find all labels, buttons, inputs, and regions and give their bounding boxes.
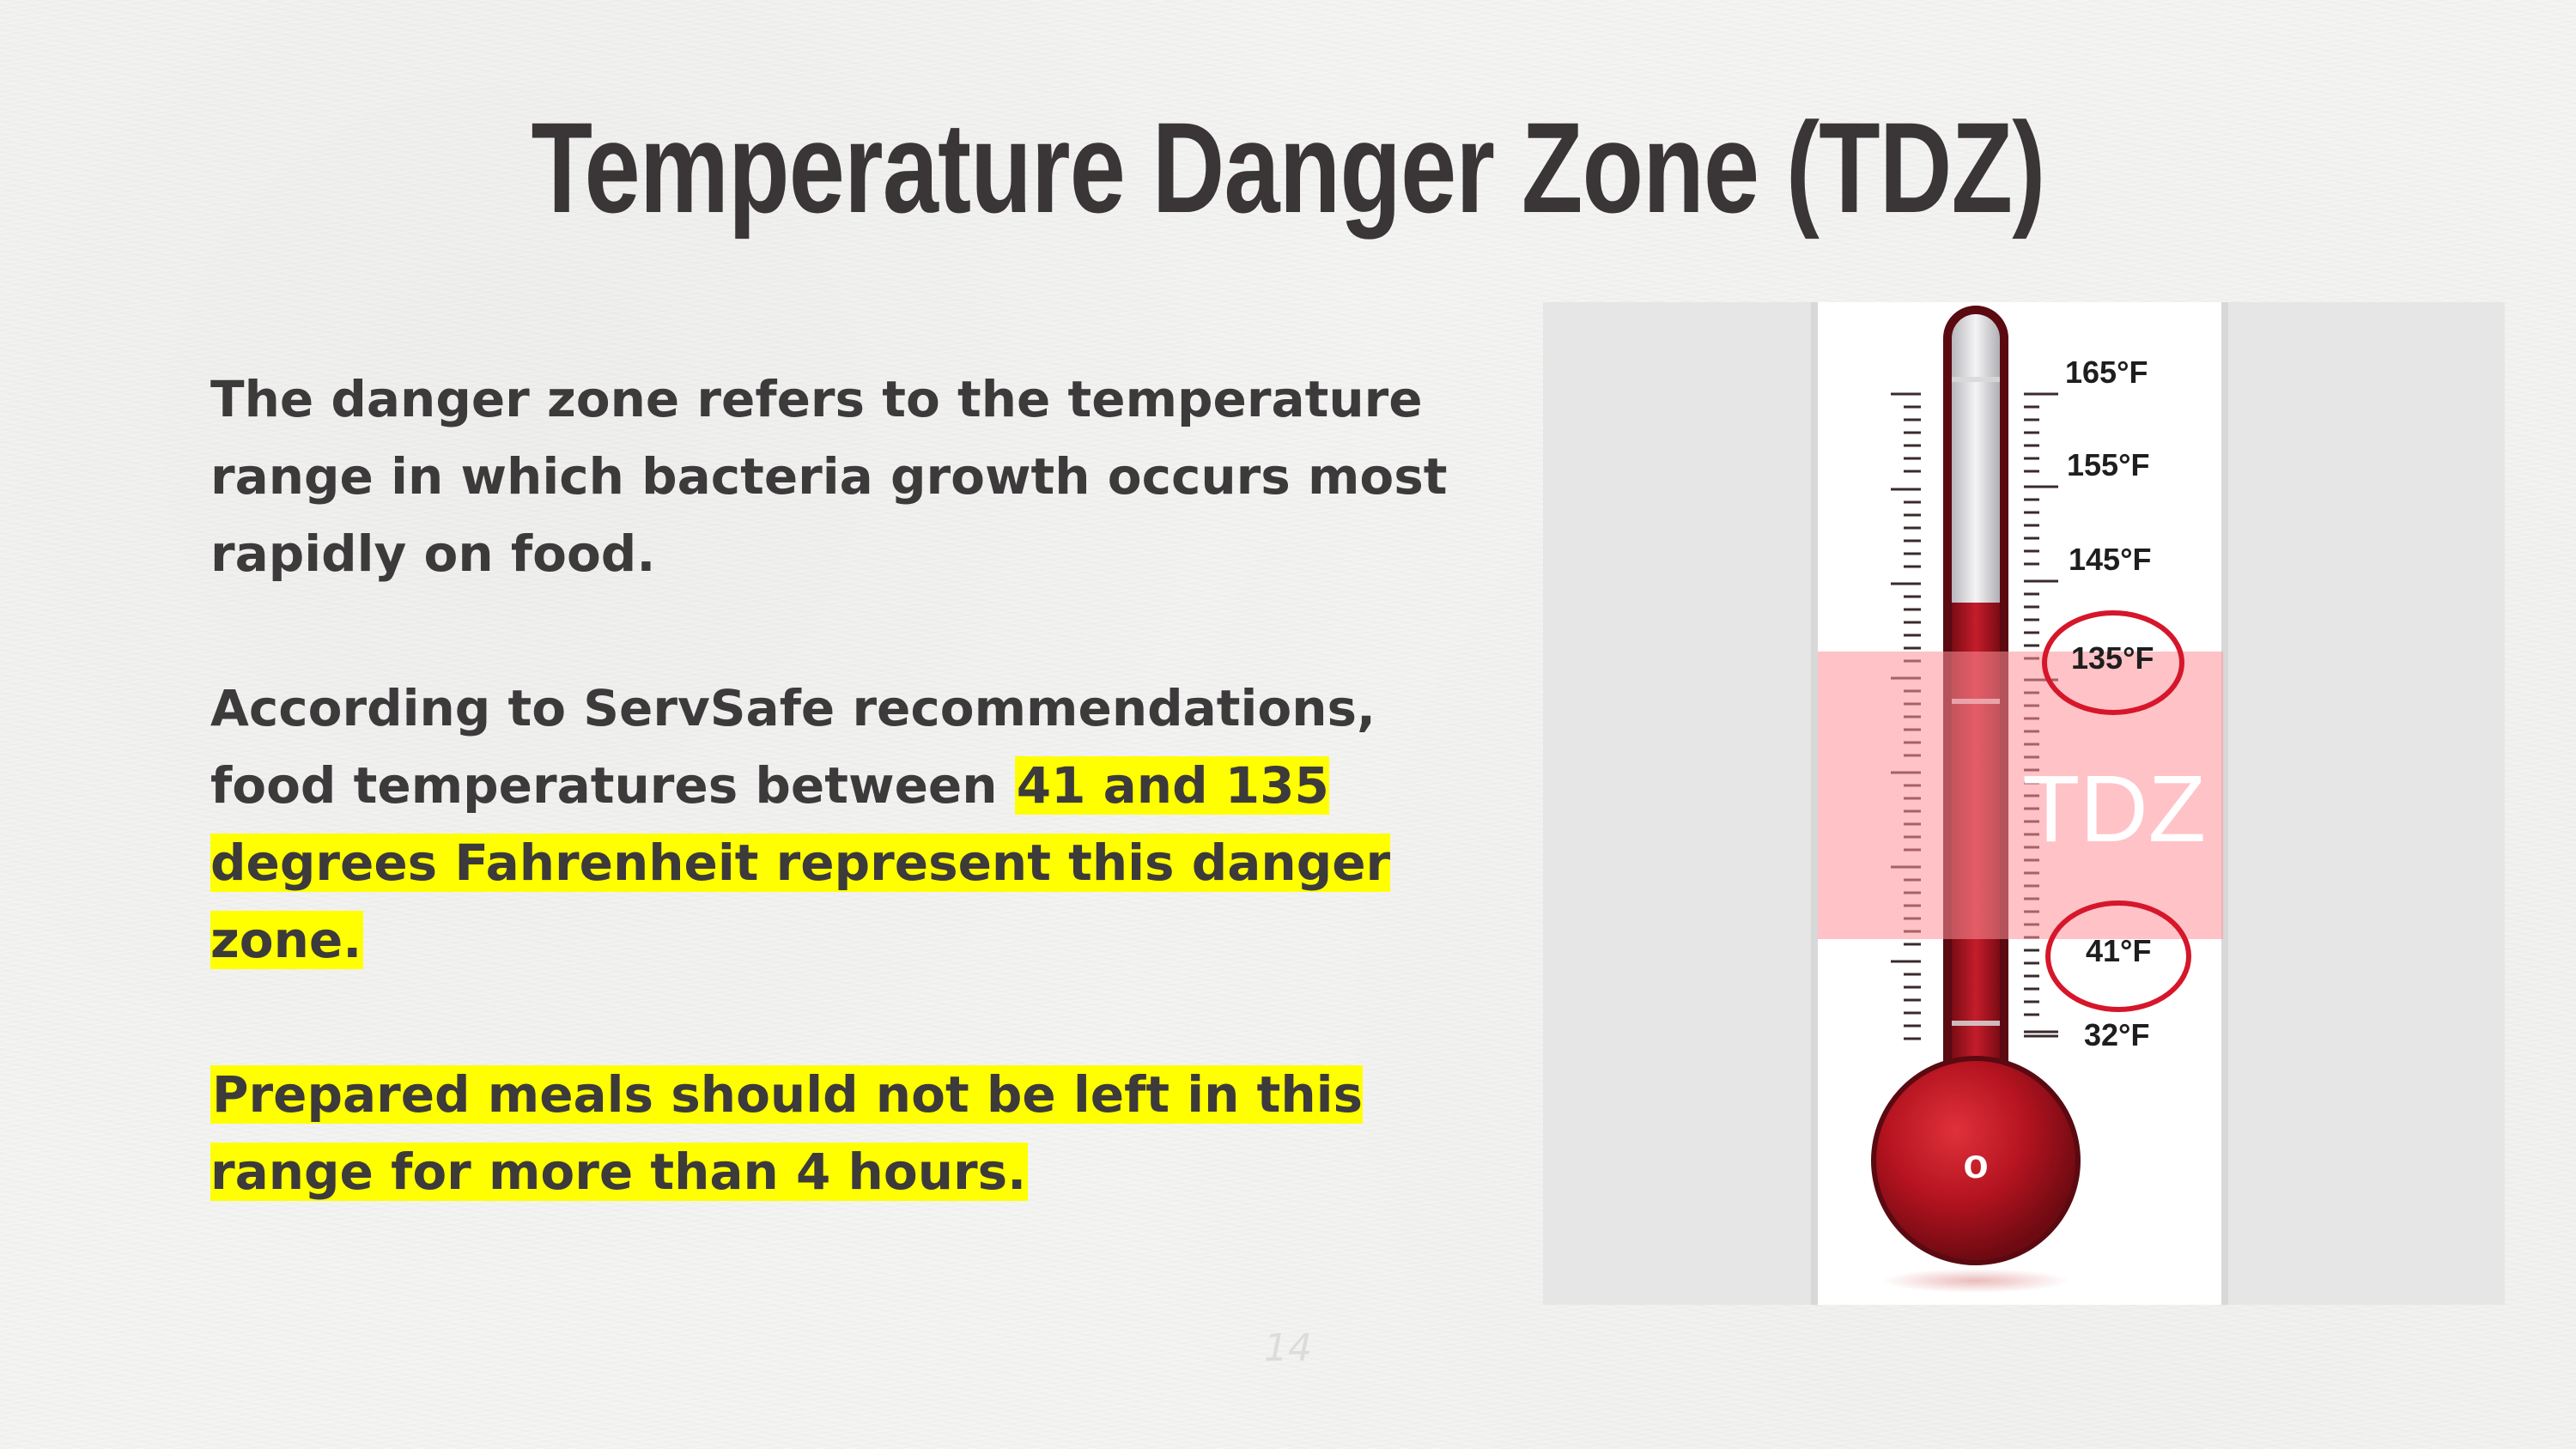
body-text: The danger zone refers to the temperatur… <box>210 361 1498 1288</box>
label-155f: 155°F <box>2067 447 2149 482</box>
paragraph-definition: The danger zone refers to the temperatur… <box>210 370 1448 583</box>
label-135f: 135°F <box>2071 640 2154 676</box>
label-165f: 165°F <box>2065 355 2148 390</box>
label-41f: 41°F <box>2086 933 2151 968</box>
label-32f: 32°F <box>2084 1017 2149 1052</box>
paragraph-servsafe: According to ServSafe recommendations, f… <box>210 670 1498 979</box>
label-145f: 145°F <box>2069 542 2151 577</box>
tdz-label: TDZ <box>2022 756 2206 862</box>
thermometer-graphic: o 165°F 155°F 145°F 135°F 41°F 32°F TDZ <box>1811 302 2228 1305</box>
highlight-time-limit: Prepared meals should not be left in thi… <box>210 1065 1364 1201</box>
slide-title: Temperature Danger Zone (TDZ) <box>531 95 2046 239</box>
thermometer-image: o 165°F 155°F 145°F 135°F 41°F 32°F TDZ <box>1543 302 2505 1305</box>
page-number: 14 <box>1264 1326 1312 1370</box>
bulb-mark: o <box>1963 1142 1988 1187</box>
paragraph-time-limit: Prepared meals should not be left in thi… <box>210 1056 1498 1210</box>
